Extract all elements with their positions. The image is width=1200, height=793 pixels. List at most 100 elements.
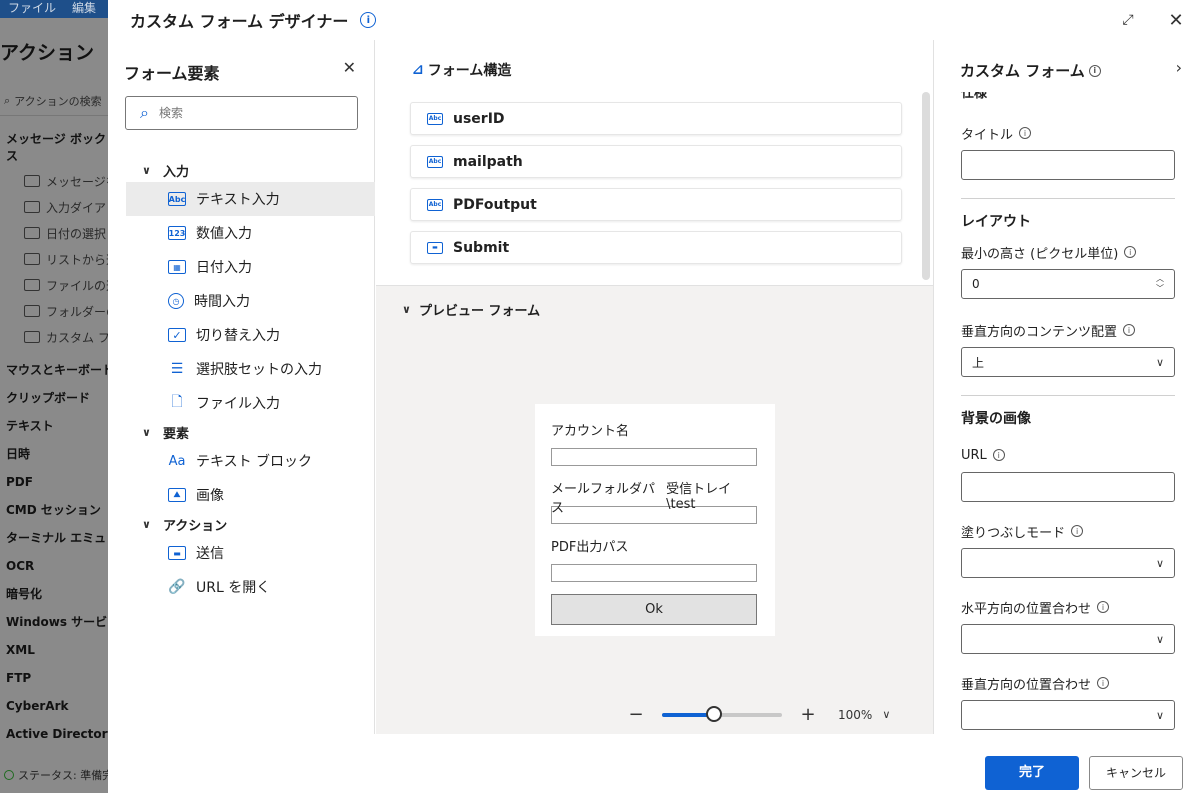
tree-item-date-input[interactable]: ▦ 日付入力 bbox=[126, 250, 375, 284]
properties-pane: カスタム フォーム i › 仕様 タイトル i レイアウト 最小の高さ (ピクセル… bbox=[933, 40, 1200, 734]
tree-item-toggle-input[interactable]: ✓ 切り替え入力 bbox=[126, 318, 375, 352]
chevron-down-icon[interactable]: ∨ bbox=[882, 708, 890, 721]
tree-item-time-input[interactable]: ◷ 時間入力 bbox=[126, 284, 375, 318]
tree-item-submit[interactable]: ▬ 送信 bbox=[126, 536, 375, 570]
search-icon: ⌕ bbox=[140, 103, 149, 122]
dialog-footer: 完了 キャンセル bbox=[108, 734, 1200, 793]
info-icon[interactable]: i bbox=[1019, 127, 1032, 139]
tree-group-elements[interactable]: ∨ 要素 bbox=[126, 420, 375, 444]
vertical-content-select[interactable]: 上 ∨ bbox=[961, 347, 1175, 377]
zoom-slider[interactable] bbox=[662, 705, 782, 722]
form-structure-title: ⊿ フォーム構造 bbox=[412, 62, 512, 79]
bg-sub-item: 日付の選択 bbox=[0, 220, 108, 246]
dialog-title: カスタム フォーム デザイナー bbox=[130, 12, 349, 31]
structure-scrollbar[interactable] bbox=[922, 92, 930, 280]
tree-group-input[interactable]: ∨ 入力 bbox=[126, 158, 375, 182]
fill-mode-select[interactable]: ∨ bbox=[961, 548, 1175, 578]
divider bbox=[961, 395, 1175, 396]
bg-category: クリップボード bbox=[6, 391, 91, 405]
info-icon[interactable]: i bbox=[1097, 677, 1110, 689]
text-block-icon: Aa bbox=[168, 453, 186, 469]
chevron-down-icon: ∨ bbox=[142, 163, 151, 177]
done-button[interactable]: 完了 bbox=[985, 756, 1079, 790]
tree-item-text-input[interactable]: Abc テキスト入力 bbox=[126, 182, 375, 216]
tree-item-choice-set-input[interactable]: ☰ 選択肢セットの入力 bbox=[126, 352, 375, 386]
zoom-value[interactable]: 100% bbox=[838, 708, 872, 722]
url-input[interactable] bbox=[961, 472, 1175, 502]
title-label: タイトル i bbox=[961, 124, 1175, 143]
element-search[interactable]: ⌕ bbox=[125, 96, 358, 130]
list-icon: ☰ bbox=[170, 361, 184, 377]
close-icon[interactable]: ✕ bbox=[1162, 6, 1190, 34]
tree-group-actions[interactable]: ∨ アクション bbox=[126, 512, 375, 536]
bg-category: PDF bbox=[6, 475, 33, 489]
checkbox-icon: ✓ bbox=[168, 328, 186, 342]
bg-category: CyberArk bbox=[6, 699, 69, 713]
chevron-down-icon: ∨ bbox=[1155, 556, 1164, 570]
info-icon[interactable]: i bbox=[1123, 324, 1136, 336]
preview-field-label: メールフォルダパス 受信トレイ\test bbox=[551, 482, 732, 516]
bg-category: マウスとキーボード bbox=[6, 363, 108, 377]
title-input[interactable] bbox=[961, 150, 1175, 180]
structure-row-submit[interactable]: ▬ Submit bbox=[410, 231, 902, 264]
zoom-out-icon[interactable]: − bbox=[628, 704, 644, 725]
info-icon[interactable]: i bbox=[992, 449, 1005, 461]
zoom-slider-knob[interactable] bbox=[705, 705, 722, 722]
bg-category: テキスト bbox=[6, 419, 54, 433]
info-icon[interactable]: i bbox=[1097, 601, 1110, 613]
bg-category: 日時 bbox=[6, 447, 31, 461]
bg-search: ⌕ アクションの検索 bbox=[0, 86, 108, 116]
bg-search-placeholder: アクションの検索 bbox=[14, 94, 102, 108]
link-icon: 🔗 bbox=[168, 579, 186, 595]
url-label: URL i bbox=[961, 446, 1175, 464]
chevron-down-icon: ∨ bbox=[1155, 632, 1164, 646]
form-structure-panel: ⊿ フォーム構造 Abc userID Abc mailpath Abc PDFout… bbox=[376, 40, 933, 286]
expand-icon[interactable]: ⤢ bbox=[1114, 6, 1142, 34]
info-icon[interactable]: i bbox=[360, 12, 377, 28]
chevron-right-icon[interactable]: › bbox=[1176, 58, 1182, 77]
search-icon: ⌕ bbox=[4, 93, 11, 107]
tree-item-open-url[interactable]: 🔗 URL を開く bbox=[126, 570, 375, 604]
preview-form-toggle[interactable]: ∨ プレビュー フォーム bbox=[402, 300, 540, 319]
bg-menubar: ファイル 編集 bbox=[0, 0, 108, 18]
divider bbox=[961, 198, 1175, 199]
element-search-input[interactable] bbox=[158, 106, 329, 120]
v-align-select[interactable]: ∨ bbox=[961, 700, 1175, 730]
structure-row-userid[interactable]: Abc userID bbox=[410, 102, 902, 135]
chevron-down-icon: ∨ bbox=[402, 303, 411, 316]
section-cut-header: 仕様 bbox=[961, 92, 988, 101]
chevron-down-icon: ∨ bbox=[142, 517, 151, 531]
preview-field-input[interactable] bbox=[551, 448, 757, 466]
min-height-label: 最小の高さ (ピクセル単位) i bbox=[961, 243, 1175, 262]
bg-category: CMD セッション bbox=[6, 503, 101, 517]
message-icon bbox=[24, 227, 40, 239]
info-icon[interactable]: i bbox=[1071, 525, 1084, 537]
close-pane-icon[interactable]: ✕ bbox=[343, 58, 356, 77]
tree-item-number-input[interactable]: 123 数値入力 bbox=[126, 216, 375, 250]
message-icon bbox=[24, 253, 40, 265]
preview-field-input[interactable] bbox=[551, 506, 757, 524]
tree-item-image[interactable]: ⛰ 画像 bbox=[126, 478, 375, 512]
structure-row-pdfoutput[interactable]: Abc PDFoutput bbox=[410, 188, 902, 221]
info-icon[interactable]: i bbox=[1124, 246, 1137, 258]
cancel-button[interactable]: キャンセル bbox=[1089, 756, 1183, 790]
info-icon[interactable]: i bbox=[1088, 64, 1101, 77]
message-icon bbox=[24, 279, 40, 291]
element-tree: ∨ 入力 Abc テキスト入力 123 数値入力 ▦ 日付入力 ◷ 時間入力 ✓ 切り替え入… bbox=[126, 158, 375, 604]
properties-title: カスタム フォーム i bbox=[960, 60, 1101, 81]
bg-group-label: メッセージ ボックス bbox=[6, 132, 106, 163]
stepper-arrows-icon[interactable]: ︿ ﹀ bbox=[1156, 274, 1164, 294]
h-align-select[interactable]: ∨ bbox=[961, 624, 1175, 654]
preview-ok-button[interactable]: Ok bbox=[551, 594, 757, 625]
dialog-header: カスタム フォーム デザイナー i ⤢ ✕ bbox=[108, 0, 1200, 40]
structure-row-mailpath[interactable]: Abc mailpath bbox=[410, 145, 902, 178]
background-app: ファイル 編集 アクション ⌕ アクションの検索 メッセージ ボックス メッセー… bbox=[0, 0, 108, 793]
zoom-in-icon[interactable]: + bbox=[800, 704, 816, 725]
bg-sub-item: ファイルの選 bbox=[0, 272, 108, 298]
preview-field-input[interactable] bbox=[551, 564, 757, 582]
text-input-icon: Abc bbox=[427, 112, 443, 125]
tree-item-text-block[interactable]: Aa テキスト ブロック bbox=[126, 444, 375, 478]
tree-item-file-input[interactable]: 🗋 ファイル入力 bbox=[126, 386, 375, 420]
min-height-stepper[interactable]: 0 ︿ ﹀ bbox=[961, 269, 1175, 299]
h-align-label: 水平方向の位置合わせ i bbox=[961, 598, 1175, 617]
